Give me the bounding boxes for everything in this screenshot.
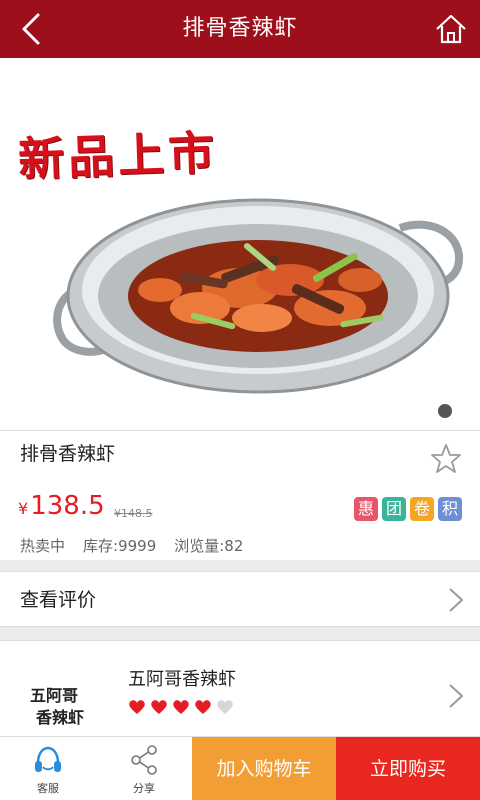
logo-text-line2: 香辣虾	[36, 708, 85, 727]
price-value: 138.5	[30, 491, 105, 521]
home-icon[interactable]	[434, 12, 468, 46]
share-icon	[131, 745, 157, 775]
shop-name: 五阿哥香辣虾	[128, 669, 236, 690]
tag-discount: 惠	[354, 497, 378, 521]
customer-service-button[interactable]: 客服	[0, 737, 96, 800]
logo-text-line1: 五阿哥	[30, 686, 79, 705]
original-price: ¥148.5	[114, 507, 153, 520]
product-price: ¥138.5	[18, 491, 105, 521]
buy-now-button[interactable]: 立即购买	[336, 737, 480, 800]
header-bar: 排骨香辣虾	[0, 0, 480, 58]
headset-icon	[35, 746, 61, 772]
star-icon[interactable]	[430, 443, 462, 475]
view-count: 浏览量:82	[174, 537, 244, 555]
heart-empty-icon	[217, 700, 233, 714]
sale-status: 热卖中	[20, 537, 66, 555]
tag-coupon: 卷	[410, 497, 434, 521]
product-detail-screen: 排骨香辣虾 新品上市 排骨香辣虾 ¥138.5 ¥148.5 惠 团 卷 积 热…	[0, 0, 480, 800]
heart-filled-icon	[151, 700, 167, 714]
share-label: 分享	[133, 782, 155, 795]
heart-filled-icon	[195, 700, 211, 714]
product-stats: 热卖中 库存:9999 浏览量:82	[20, 535, 243, 556]
product-name: 排骨香辣虾	[20, 443, 116, 465]
view-reviews-row[interactable]: 查看评价	[0, 571, 480, 627]
stock-count: 库存:9999	[83, 537, 157, 555]
add-to-cart-button[interactable]: 加入购物车	[192, 737, 336, 800]
product-image-carousel[interactable]: 新品上市	[0, 58, 480, 430]
customer-service-label: 客服	[37, 782, 59, 795]
page-title: 排骨香辣虾	[182, 16, 298, 41]
shop-row[interactable]: 五阿哥 香辣虾 五阿哥香辣虾	[0, 640, 480, 736]
product-photo	[53, 198, 463, 394]
view-reviews-label: 查看评价	[20, 589, 97, 611]
chevron-right-icon	[449, 588, 464, 612]
promo-tags: 惠 团 卷 积	[354, 497, 462, 521]
tag-points: 积	[438, 497, 462, 521]
chevron-right-icon	[449, 684, 464, 708]
shop-rating	[128, 699, 234, 715]
carousel-indicator[interactable]	[438, 404, 452, 418]
tag-group: 团	[382, 497, 406, 521]
heart-filled-icon	[173, 700, 189, 714]
shop-logo: 五阿哥 香辣虾	[14, 655, 104, 727]
share-button[interactable]: 分享	[96, 737, 192, 800]
currency-symbol: ¥	[18, 499, 29, 518]
bottom-action-bar: 客服 分享 加入购物车 立即购买	[0, 736, 480, 800]
product-info-card: 排骨香辣虾 ¥138.5 ¥148.5 惠 团 卷 积 热卖中 库存:9999 …	[0, 430, 480, 560]
heart-filled-icon	[129, 700, 145, 714]
